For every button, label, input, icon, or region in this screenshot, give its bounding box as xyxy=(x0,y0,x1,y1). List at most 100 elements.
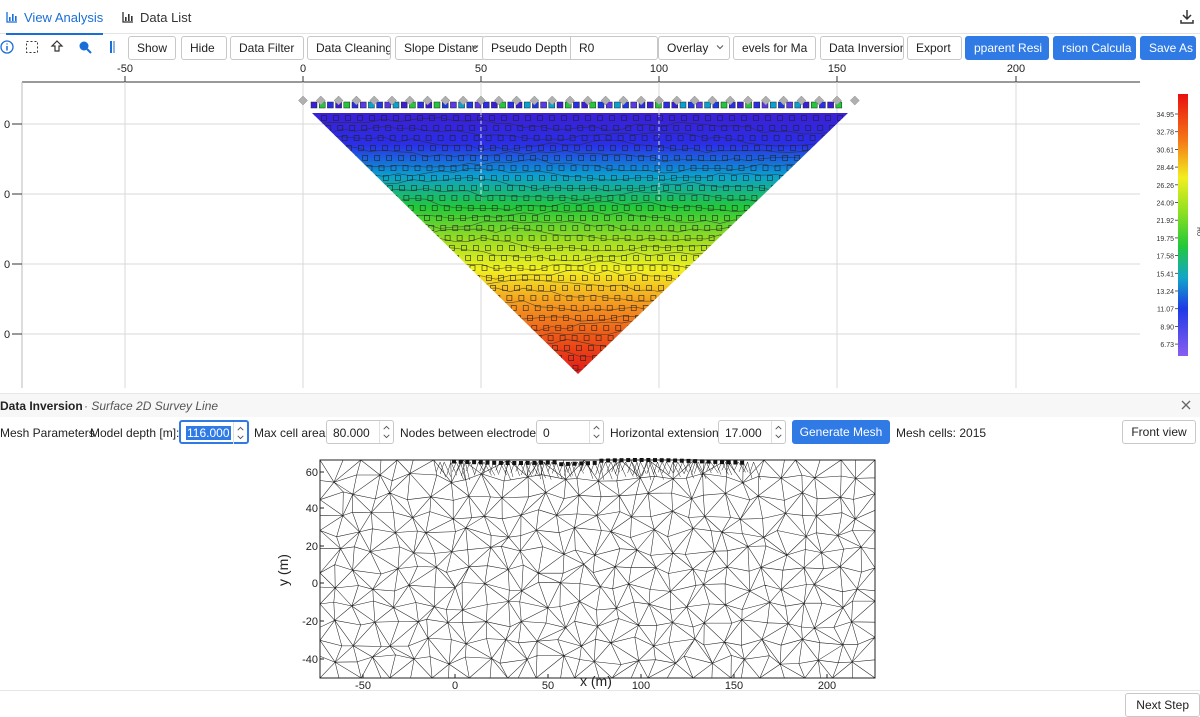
apparent-resistivity-button[interactable]: pparent Resi xyxy=(965,36,1049,60)
apparent-resistivity-label: pparent Resi xyxy=(974,41,1043,55)
colorbar xyxy=(1178,94,1188,356)
r0-field[interactable]: R0 xyxy=(570,36,658,60)
mesh-electrode xyxy=(505,461,510,465)
toolbar: Show Hide Data Filter Data Cleaning Slop… xyxy=(0,34,1200,62)
stepper-icon[interactable] xyxy=(379,421,393,443)
data-point xyxy=(376,101,383,109)
export-button[interactable]: Export xyxy=(907,36,962,60)
stepper-icon[interactable] xyxy=(771,421,785,443)
mesh-electrode xyxy=(740,460,745,465)
stepper-icon[interactable] xyxy=(589,421,603,443)
colorbar-tick-label: 6.73 xyxy=(1160,342,1174,349)
pseudo-depth-value: Pseudo Depth + xyxy=(491,41,572,55)
mesh-electrode xyxy=(599,458,604,463)
nodes-between-electrodes-label: Nodes between electrodes: xyxy=(400,426,546,440)
data-inversion-label: Data Inversion xyxy=(829,41,904,55)
data-point xyxy=(646,101,654,109)
tab-view-analysis-label: View Analysis xyxy=(24,9,104,25)
mesh-electrode xyxy=(706,459,711,464)
data-point xyxy=(433,101,441,109)
tab-view-analysis[interactable]: View Analysis xyxy=(6,0,104,35)
data-point xyxy=(771,185,777,191)
mesh-electrode xyxy=(586,461,590,466)
data-point xyxy=(329,135,336,141)
levels-button[interactable]: evels for Ma xyxy=(733,36,816,60)
data-point xyxy=(720,101,728,109)
data-inversion-button[interactable]: Data Inversion xyxy=(820,36,904,60)
data-point xyxy=(450,101,457,109)
stepper-icon[interactable] xyxy=(233,422,247,444)
model-depth-input[interactable]: 116.000 xyxy=(179,420,249,444)
mesh-x-label: x (m) xyxy=(580,673,612,689)
y-tick-label: 0 xyxy=(4,329,10,341)
close-icon[interactable] xyxy=(1180,399,1192,411)
show-button[interactable]: Show xyxy=(128,36,176,60)
y-tick-label: 0 xyxy=(4,259,10,271)
colorbar-tick-labels: 34.95 32.78 30.61 28.44 26.26 24.09 21.92 19.75… xyxy=(1156,112,1178,349)
bar-chart-icon xyxy=(122,11,133,23)
mesh-x-tick-label: 150 xyxy=(725,680,743,690)
electrode-marker xyxy=(298,95,308,106)
chevron-down-icon xyxy=(471,45,479,50)
data-point xyxy=(630,101,638,109)
cursor-icon[interactable] xyxy=(105,39,121,55)
max-cell-area-value: 80.000 xyxy=(333,426,370,440)
mesh-plot[interactable]: -50 0 50 100 150 200 6040200-20-40 x (m) y (m… xyxy=(270,452,890,690)
next-step-button[interactable]: Next Step xyxy=(1125,693,1200,717)
mesh-electrode xyxy=(559,462,564,467)
generate-mesh-button[interactable]: Generate Mesh xyxy=(792,420,890,444)
mesh-parameters-bar: Mesh Parameters Model depth [m]: 116.000… xyxy=(0,418,1200,448)
data-point xyxy=(798,165,805,171)
mesh-electrode xyxy=(452,459,456,464)
info-icon[interactable] xyxy=(0,39,16,55)
max-cell-area-input[interactable]: 80.000 xyxy=(326,420,394,444)
data-cleaning-button[interactable]: Data Cleaning xyxy=(307,36,391,60)
data-point xyxy=(755,205,762,211)
data-point xyxy=(507,101,515,109)
mesh-electrode xyxy=(552,460,557,465)
colorbar-tick-label: 24.09 xyxy=(1156,201,1174,208)
horizontal-extension-label: Horizontal extension: xyxy=(610,426,723,440)
mesh-electrode xyxy=(619,458,624,463)
show-label: Show xyxy=(137,41,168,55)
model-depth-label: Model depth [m]: xyxy=(90,426,180,440)
data-point xyxy=(412,215,418,221)
colorbar-tick-label: 21.92 xyxy=(1156,218,1174,225)
data-point xyxy=(359,101,367,109)
slope-distance-select[interactable]: Slope Distanc xyxy=(395,36,485,60)
inversion-calculation-button[interactable]: rsion Calcula xyxy=(1053,36,1136,60)
mesh-electrode xyxy=(519,461,523,465)
save-as-button[interactable]: Save As xyxy=(1140,36,1196,60)
data-point xyxy=(432,235,439,241)
data-point xyxy=(350,155,357,161)
download-icon[interactable] xyxy=(1180,9,1194,25)
mesh-electrode xyxy=(565,461,570,466)
data-point xyxy=(343,101,351,109)
r0-field-value: R0 xyxy=(579,41,595,55)
pseudo-depth-select[interactable]: Pseudo Depth + xyxy=(482,36,572,60)
pseudosection-plot[interactable]: -50 0 50 100 150 200 0 0 0 0 34.95 32.78 30.61 28.4… xyxy=(0,62,1200,388)
horizontal-extension-input[interactable]: 17.000 xyxy=(718,420,786,444)
colorbar-tick-label: 11.07 xyxy=(1157,307,1174,314)
mesh-electrode xyxy=(632,458,637,462)
box-select-icon[interactable] xyxy=(24,39,40,55)
panel-title: Data Inversion xyxy=(0,399,83,413)
pan-icon[interactable] xyxy=(49,39,65,55)
bar-chart-icon xyxy=(6,11,17,23)
data-point xyxy=(814,145,820,151)
zoom-icon[interactable] xyxy=(77,39,93,55)
mesh-edges xyxy=(320,460,875,678)
front-view-button[interactable]: Front view xyxy=(1122,420,1196,444)
mesh-x-tick-label: -50 xyxy=(355,680,371,690)
mesh-y-tick-label: 40 xyxy=(306,503,318,515)
data-point xyxy=(679,101,687,109)
hide-button[interactable]: Hide xyxy=(181,36,227,60)
tab-data-list[interactable]: Data List xyxy=(122,0,191,34)
data-filter-button[interactable]: Data Filter xyxy=(230,36,304,60)
data-point xyxy=(417,101,424,109)
y-tick-label: 0 xyxy=(4,189,10,201)
nodes-between-electrodes-input[interactable]: 0 xyxy=(536,420,604,444)
colorbar-tick-label: 8.90 xyxy=(1160,324,1174,331)
colorbar-tick-label: 19.75 xyxy=(1156,236,1174,243)
overlay-select[interactable]: Overlay xyxy=(658,36,730,60)
